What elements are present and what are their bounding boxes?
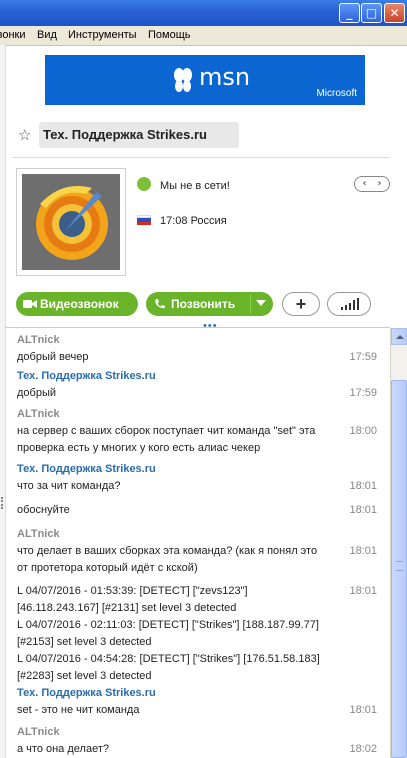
menu-bar: Звонки Вид Инструменты Помощь <box>0 26 407 46</box>
message-text: обоснуйте <box>17 504 70 516</box>
favorite-star-icon[interactable]: ☆ <box>18 126 31 144</box>
message-text: на сервер с ваших сборок поступает чит к… <box>17 425 316 454</box>
call-quality-button[interactable] <box>327 292 371 316</box>
menu-calls[interactable]: Звонки <box>0 29 26 41</box>
video-camera-icon <box>23 300 37 308</box>
message-text: что делает в ваших сборках эта команда? … <box>17 545 318 574</box>
message: ALTnick добрый вечер 17:59 <box>17 332 377 366</box>
message: ALTnick что делает в ваших сборках эта к… <box>17 526 377 577</box>
maximize-button[interactable]: □ <box>361 3 382 23</box>
msn-logo-text: msn <box>199 63 251 91</box>
russia-flag-icon <box>137 215 151 225</box>
message-time: 17:59 <box>349 351 377 363</box>
message-text: set - это не чит команда <box>17 704 140 716</box>
contact-name: Тех. Поддержка Strikes.ru <box>39 122 239 148</box>
message: ALTnick на сервер с ваших сборок поступа… <box>17 406 377 457</box>
message: Тех. Поддержка Strikes.ru set - это не ч… <box>17 685 377 719</box>
message-sender: ALTnick <box>17 408 60 420</box>
msn-ad-banner[interactable]: msn Microsoft <box>45 55 365 105</box>
call-label: Позвонить <box>171 297 236 311</box>
next-icon[interactable]: › <box>372 177 387 190</box>
menu-view[interactable]: Вид <box>37 29 57 41</box>
offline-status-icon <box>137 177 151 191</box>
contact-status: Мы не в сети! <box>160 180 230 192</box>
arrow-up-icon <box>396 335 404 339</box>
message-time: 18:01 <box>349 504 377 516</box>
scroll-up-button[interactable] <box>391 328 407 345</box>
message-text: что за чит команда? <box>17 480 121 492</box>
avatar-image <box>22 174 120 270</box>
message-text: а что она делает? <box>17 743 109 755</box>
call-divider <box>250 295 251 313</box>
message-sender: Тех. Поддержка Strikes.ru <box>17 463 156 475</box>
chevron-down-icon[interactable] <box>256 300 266 306</box>
message-sender: ALTnick <box>17 726 60 738</box>
message-sender: ALTnick <box>17 528 60 540</box>
grip-icon <box>396 561 403 571</box>
message: обоснуйте 18:01 <box>17 502 377 519</box>
chat-history: ALTnick добрый вечер 17:59 Тех. Поддержк… <box>5 328 390 758</box>
message-time: 18:01 <box>349 585 377 597</box>
close-button[interactable]: ✕ <box>384 3 405 23</box>
signal-bars-icon <box>341 298 359 310</box>
add-contact-button[interactable]: + <box>282 292 320 316</box>
prev-icon[interactable]: ‹ <box>357 177 372 190</box>
phone-icon <box>155 299 165 309</box>
menu-help[interactable]: Помощь <box>148 29 191 41</box>
chat-scrollbar[interactable] <box>390 328 407 758</box>
call-button[interactable]: Позвонить <box>146 292 273 316</box>
contact-local-time: 17:08 Россия <box>160 215 227 227</box>
divider <box>12 157 390 158</box>
message-text: добрый вечер <box>17 351 89 363</box>
message-sender: Тех. Поддержка Strikes.ru <box>17 687 156 699</box>
message-time: 18:01 <box>349 480 377 492</box>
message: Тех. Поддержка Strikes.ru что за чит ком… <box>17 461 377 495</box>
contact-avatar[interactable] <box>16 168 126 276</box>
video-call-label: Видеозвонок <box>40 297 119 311</box>
message-sender: Тех. Поддержка Strikes.ru <box>17 370 156 382</box>
video-call-button[interactable]: Видеозвонок <box>16 292 138 316</box>
message-time: 18:01 <box>349 704 377 716</box>
message: L 04/07/2016 - 01:53:39: [DETECT] ["zevs… <box>17 583 377 685</box>
message-time: 18:01 <box>349 545 377 557</box>
message-time: 18:00 <box>349 425 377 437</box>
message-text: L 04/07/2016 - 01:53:39: [DETECT] ["zevs… <box>17 585 320 682</box>
profile-nav-buttons: ‹ › <box>354 176 390 192</box>
message: Тех. Поддержка Strikes.ru добрый 17:59 <box>17 368 377 402</box>
menu-tools[interactable]: Инструменты <box>68 29 137 41</box>
message-sender: ALTnick <box>17 334 60 346</box>
butterfly-icon <box>174 68 192 92</box>
window-title-bar: _ □ ✕ <box>0 0 407 26</box>
scroll-thumb[interactable] <box>391 380 407 758</box>
message-text: добрый <box>17 387 57 399</box>
message-time: 18:02 <box>349 743 377 755</box>
message-time: 17:59 <box>349 387 377 399</box>
microsoft-brand: Microsoft <box>316 88 357 99</box>
message: ALTnick а что она делает? 18:02 <box>17 724 377 758</box>
strikes-logo-icon <box>36 186 108 260</box>
minimize-button[interactable]: _ <box>339 3 360 23</box>
